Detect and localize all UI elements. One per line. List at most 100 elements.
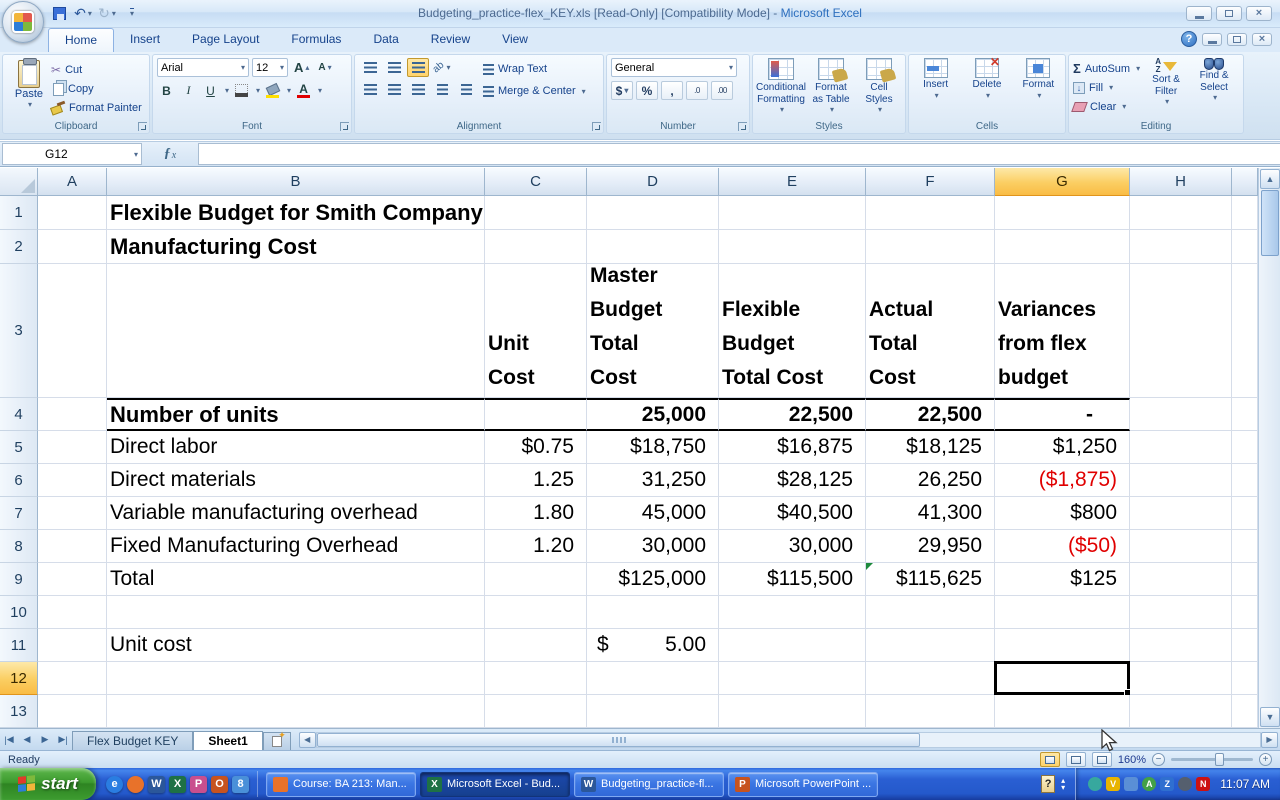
cell-x6[interactable]: [1232, 464, 1258, 497]
cell-E4[interactable]: 22,500: [719, 398, 866, 431]
row-header-3[interactable]: 3: [0, 264, 38, 398]
cell-H13[interactable]: [1130, 695, 1232, 728]
autosum-button[interactable]: ΣAutoSum▾: [1073, 60, 1140, 77]
zoom-slider-track[interactable]: [1171, 758, 1253, 761]
borders-button[interactable]: [232, 81, 251, 100]
cell-E3[interactable]: FlexibleBudgetTotal Cost: [719, 264, 866, 398]
cell-F12[interactable]: [866, 662, 995, 695]
cell-F2[interactable]: [866, 230, 995, 264]
cell-E7[interactable]: $40,500: [719, 497, 866, 530]
cell-x8[interactable]: [1232, 530, 1258, 563]
cell-A7[interactable]: [38, 497, 107, 530]
doc-restore-button[interactable]: [1227, 33, 1247, 46]
tab-formulas[interactable]: Formulas: [275, 28, 357, 52]
cell-A1[interactable]: [38, 196, 107, 230]
align-center-button[interactable]: [383, 80, 405, 99]
formula-input[interactable]: [198, 143, 1280, 165]
increase-decimal-button[interactable]: .0: [686, 81, 708, 100]
cell-D11[interactable]: $5.00: [587, 629, 719, 662]
cell-F6[interactable]: 26,250: [866, 464, 995, 497]
cell-C11[interactable]: [485, 629, 587, 662]
sheet-tab-sheet1[interactable]: Sheet1: [193, 731, 262, 751]
cell-B6[interactable]: Direct materials: [107, 464, 485, 497]
font-dialog-launcher[interactable]: [340, 122, 349, 131]
task-button-word[interactable]: WBudgeting_practice-fl...: [574, 772, 724, 797]
tab-page-layout[interactable]: Page Layout: [176, 28, 275, 52]
column-header-D[interactable]: D: [587, 168, 719, 196]
tray-globe-icon[interactable]: [1088, 777, 1102, 791]
cell-G7[interactable]: $800: [995, 497, 1130, 530]
cell-C9[interactable]: [485, 563, 587, 596]
cell-A8[interactable]: [38, 530, 107, 563]
cell-H1[interactable]: [1130, 196, 1232, 230]
cell-G4[interactable]: -: [995, 398, 1130, 431]
clipboard-dialog-launcher[interactable]: [138, 122, 147, 131]
font-color-button[interactable]: A: [294, 81, 313, 100]
tray-agent-icon[interactable]: A: [1142, 777, 1156, 791]
format-cells-button[interactable]: Format▾: [1016, 58, 1061, 117]
tab-home[interactable]: Home: [48, 28, 114, 52]
delete-cells-button[interactable]: Delete▾: [964, 58, 1009, 117]
align-top-button[interactable]: [359, 58, 381, 77]
insert-cells-button[interactable]: Insert▾: [913, 58, 958, 117]
align-left-button[interactable]: [359, 80, 381, 99]
sort-filter-button[interactable]: AZ Sort & Filter▾: [1144, 58, 1188, 117]
cell-E2[interactable]: [719, 230, 866, 264]
cell-x4[interactable]: [1232, 398, 1258, 431]
cell-G2[interactable]: [995, 230, 1130, 264]
quicklaunch-outlook-icon[interactable]: O: [211, 776, 228, 793]
align-right-button[interactable]: [407, 80, 429, 99]
cell-styles-button[interactable]: Cell Styles▾: [857, 58, 901, 117]
select-all-corner[interactable]: [0, 168, 38, 196]
tray-zip-icon[interactable]: Z: [1160, 777, 1174, 791]
cell-A2[interactable]: [38, 230, 107, 264]
quicklaunch-excel-icon[interactable]: X: [169, 776, 186, 793]
vertical-scrollbar[interactable]: ▲ ▼: [1258, 168, 1280, 728]
cell-G6[interactable]: ($1,875): [995, 464, 1130, 497]
cell-A3[interactable]: [38, 264, 107, 398]
cell-G3[interactable]: Variancesfrom flexbudget: [995, 264, 1130, 398]
office-button[interactable]: [2, 1, 44, 43]
last-sheet-button[interactable]: ▶|: [54, 731, 72, 749]
cell-E13[interactable]: [719, 695, 866, 728]
page-break-view-button[interactable]: [1092, 752, 1112, 767]
cell-D8[interactable]: 30,000: [587, 530, 719, 563]
next-sheet-button[interactable]: ▶: [36, 731, 54, 749]
zoom-in-button[interactable]: +: [1259, 753, 1272, 766]
cell-x12[interactable]: [1232, 662, 1258, 695]
row-header-8[interactable]: 8: [0, 530, 38, 563]
cell-G1[interactable]: [995, 196, 1130, 230]
cell-B9[interactable]: Total: [107, 563, 485, 596]
row-header-10[interactable]: 10: [0, 596, 38, 629]
cell-D13[interactable]: [587, 695, 719, 728]
tab-view[interactable]: View: [486, 28, 544, 52]
row-header-7[interactable]: 7: [0, 497, 38, 530]
cell-A13[interactable]: [38, 695, 107, 728]
undo-button[interactable]: ↶▾: [74, 4, 92, 22]
cell-A12[interactable]: [38, 662, 107, 695]
cell-x2[interactable]: [1232, 230, 1258, 264]
cell-F1[interactable]: [866, 196, 995, 230]
cell-G8[interactable]: ($50): [995, 530, 1130, 563]
cell-C1[interactable]: [485, 196, 587, 230]
cell-x13[interactable]: [1232, 695, 1258, 728]
grow-font-button[interactable]: A▴: [291, 58, 312, 77]
cell-D5[interactable]: $18,750: [587, 431, 719, 464]
cell-H6[interactable]: [1130, 464, 1232, 497]
cell-E6[interactable]: $28,125: [719, 464, 866, 497]
format-as-table-button[interactable]: Format as Table▾: [809, 58, 853, 117]
cell-F4[interactable]: 22,500: [866, 398, 995, 431]
name-box[interactable]: G12 ▾: [2, 143, 142, 165]
row-header-5[interactable]: 5: [0, 431, 38, 464]
row-header-9[interactable]: 9: [0, 563, 38, 596]
scroll-down-button[interactable]: ▼: [1260, 707, 1280, 727]
accounting-format-button[interactable]: $▾: [611, 81, 633, 100]
minimize-button[interactable]: [1186, 6, 1212, 21]
cell-C13[interactable]: [485, 695, 587, 728]
column-header-C[interactable]: C: [485, 168, 587, 196]
column-header-filler[interactable]: [1232, 168, 1258, 196]
orientation-button[interactable]: ab▾: [431, 58, 453, 77]
cell-x9[interactable]: [1232, 563, 1258, 596]
tray-news-icon[interactable]: N: [1196, 777, 1210, 791]
conditional-formatting-button[interactable]: Conditional Formatting▾: [757, 58, 805, 117]
